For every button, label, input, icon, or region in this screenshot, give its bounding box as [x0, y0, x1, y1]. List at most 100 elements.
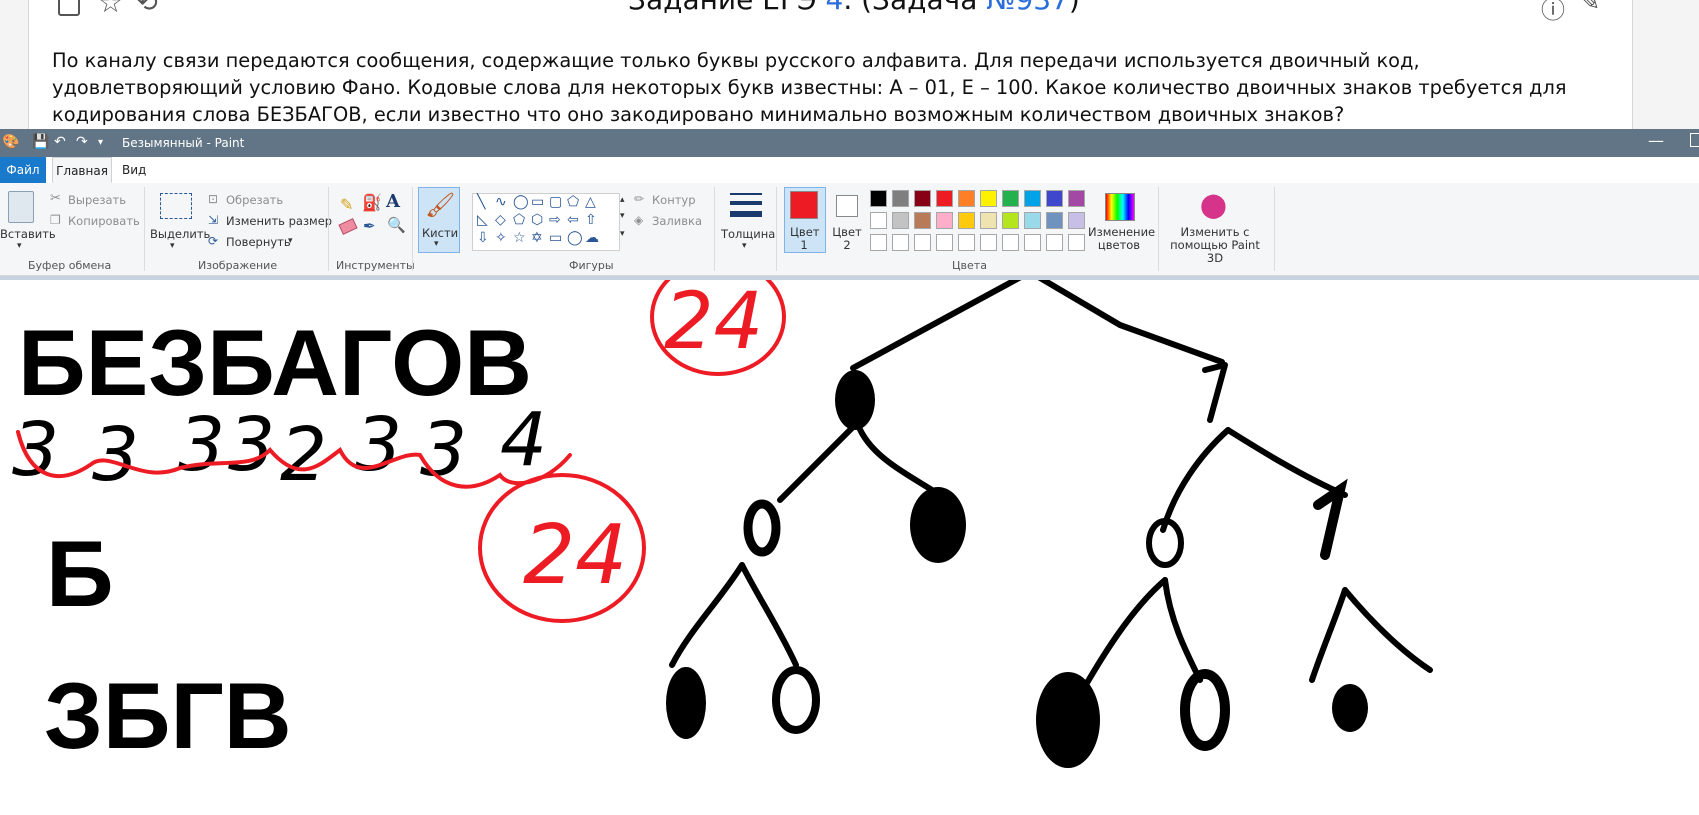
palette-swatch[interactable] — [1002, 190, 1019, 207]
tree-node-filled — [910, 487, 966, 563]
tree-leaf — [1180, 669, 1230, 751]
paint3d-button[interactable]: Изменить с помощью Paint 3D — [1163, 226, 1267, 265]
palette-swatch[interactable] — [1024, 234, 1041, 251]
size-icon[interactable] — [730, 193, 762, 195]
palette-swatch[interactable] — [870, 234, 887, 251]
palette-swatch[interactable] — [892, 212, 909, 229]
resize-button[interactable]: Изменить размер — [226, 214, 332, 228]
palette-swatch[interactable] — [980, 190, 997, 207]
undo-icon[interactable]: ↶ — [54, 134, 66, 150]
palette-swatch[interactable] — [1002, 212, 1019, 229]
tab-view[interactable]: Вид — [122, 157, 146, 183]
paint-app-icon[interactable]: 🎨 — [2, 134, 19, 150]
palette-swatch[interactable] — [1068, 234, 1085, 251]
select-icon[interactable] — [160, 193, 192, 219]
handwritten-digit: 3 — [228, 402, 275, 488]
color-picker-icon[interactable]: ✒ — [363, 217, 376, 235]
group-label-tools: Инструменты — [336, 259, 415, 272]
fill-button[interactable]: Заливка — [652, 214, 702, 228]
palette-swatch[interactable] — [914, 212, 931, 229]
shapes-expand-icon[interactable]: ▾ — [620, 229, 625, 239]
edit-colors-button[interactable]: Изменение цветов — [1088, 226, 1155, 252]
paint3d-icon[interactable]: ⬤ — [1200, 191, 1227, 219]
save-icon[interactable]: 💾 — [32, 134, 49, 150]
rotate-dropdown-icon[interactable]: ▾ — [288, 236, 293, 246]
palette-swatch[interactable] — [914, 234, 931, 251]
drawing-canvas[interactable]: БЕЗБАГОВ Б ЗБГВ 33332334 24 24 — [0, 280, 1699, 811]
palette-swatch[interactable] — [1046, 234, 1063, 251]
crop-button[interactable]: Обрезать — [226, 193, 283, 207]
palette-swatch[interactable] — [958, 234, 975, 251]
palette-swatch[interactable] — [1046, 212, 1063, 229]
size-dropdown-icon[interactable]: ▾ — [742, 241, 747, 251]
size-icon-line — [730, 211, 762, 217]
palette-swatch[interactable] — [936, 234, 953, 251]
digit-group: 33332334 — [12, 397, 547, 498]
problem-id-link[interactable]: №937 — [986, 0, 1069, 16]
color2-swatch[interactable] — [836, 195, 858, 217]
task-number-link[interactable]: 4 — [825, 0, 843, 16]
tab-file[interactable]: Файл — [0, 157, 46, 183]
callout-oval-shape-icon: ◯ — [567, 230, 583, 246]
color2-label[interactable]: Цвет 2 — [831, 226, 863, 252]
palette-swatch[interactable] — [980, 212, 997, 229]
circled-total-1: 24 — [664, 280, 763, 367]
tree-edge — [777, 422, 858, 503]
palette-swatch[interactable] — [936, 190, 953, 207]
history-icon[interactable]: ⟲ — [136, 0, 158, 18]
color1-swatch — [790, 191, 818, 219]
palette-swatch[interactable] — [870, 212, 887, 229]
text-tool-icon[interactable]: A — [386, 191, 400, 212]
palette-swatch[interactable] — [892, 190, 909, 207]
report-icon[interactable]: ⓘ — [1541, 0, 1565, 25]
minimize-button[interactable]: — — [1648, 131, 1664, 150]
redo-icon[interactable]: ↷ — [76, 134, 88, 150]
paste-icon[interactable] — [8, 191, 34, 223]
palette-swatch[interactable] — [936, 212, 953, 229]
pencil-icon[interactable]: ✎ — [340, 195, 353, 214]
outline-button[interactable]: Контур — [652, 193, 696, 207]
shapes-scroll-up-icon[interactable]: ▴ — [620, 195, 625, 205]
palette-swatch[interactable] — [1024, 190, 1041, 207]
tab-home[interactable]: Главная — [52, 157, 112, 183]
palette-swatch[interactable] — [1002, 234, 1019, 251]
palette-swatch[interactable] — [980, 234, 997, 251]
palette-swatch[interactable] — [958, 190, 975, 207]
shapes-gallery[interactable]: ╲ ∿ ◯ ▭ ▢ ⬠ △ ◺ ◇ ⬠ ⬡ ⇨ ⇦ ⇧ ⇩ ✧ ☆ ✡ ▭ ◯ … — [472, 193, 620, 251]
cloud-shape-icon: ☁ — [585, 230, 599, 246]
eraser-icon[interactable] — [338, 218, 358, 235]
title-prefix: Задание ЕГЭ — [628, 0, 825, 16]
palette-swatch[interactable] — [1068, 212, 1085, 229]
select-dropdown-icon[interactable]: ▾ — [170, 241, 175, 251]
star-icon[interactable]: ☆ — [98, 0, 123, 19]
select-button[interactable]: Выделить — [150, 227, 210, 241]
rotate-button[interactable]: Повернуть — [226, 235, 291, 249]
palette-swatch[interactable] — [1024, 212, 1041, 229]
canvas-word: БЕЗБАГОВ — [18, 310, 532, 415]
fill-bucket-icon[interactable]: ⛽ — [362, 193, 382, 212]
quick-access-dropdown-icon[interactable]: ▾ — [98, 137, 103, 148]
copy-button[interactable]: Копировать — [68, 214, 140, 228]
pentagon-shape-icon: ⬠ — [513, 212, 526, 228]
edit-icon[interactable]: ✎ — [1580, 0, 1600, 16]
tree-root-edges — [850, 280, 1225, 371]
edit-colors-icon[interactable] — [1105, 193, 1135, 221]
magnifier-icon[interactable]: 🔍 — [387, 216, 406, 234]
cut-button[interactable]: Вырезать — [68, 193, 126, 207]
task-checkbox[interactable] — [58, 0, 80, 16]
palette-swatch[interactable] — [870, 190, 887, 207]
palette-swatch[interactable] — [1046, 190, 1063, 207]
tree-edge — [1342, 587, 1433, 673]
paste-button[interactable]: Вставить — [0, 227, 56, 241]
separator — [1158, 187, 1159, 271]
palette-swatch[interactable] — [914, 190, 931, 207]
palette-swatch[interactable] — [892, 234, 909, 251]
brushes-dropdown-icon[interactable]: ▾ — [434, 239, 439, 249]
maximize-button[interactable] — [1690, 133, 1699, 147]
star5-shape-icon: ☆ — [513, 230, 526, 246]
shapes-scroll-down-icon[interactable]: ▾ — [620, 211, 625, 221]
palette-swatch[interactable] — [958, 212, 975, 229]
paste-dropdown-icon[interactable]: ▾ — [17, 241, 22, 251]
palette-swatch[interactable] — [1068, 190, 1085, 207]
size-button[interactable]: Толщина — [721, 227, 775, 241]
